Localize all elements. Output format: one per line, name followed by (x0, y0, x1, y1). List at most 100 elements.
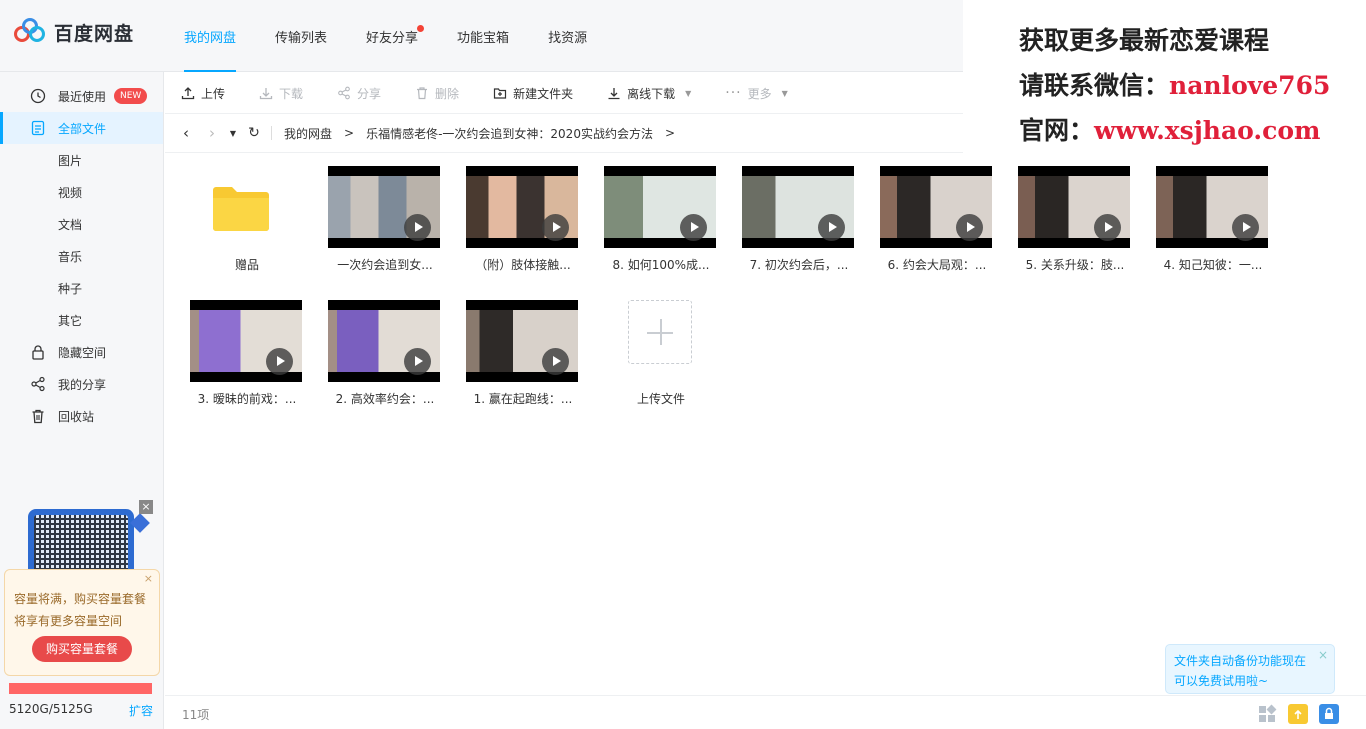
upload-folder-icon[interactable] (1288, 704, 1308, 724)
close-icon[interactable]: × (139, 500, 153, 514)
upload-button[interactable]: 上传 (181, 73, 225, 113)
sidebar-item-other[interactable]: 其它 (0, 304, 163, 336)
sidebar-item-label: 最近使用 (58, 90, 107, 104)
lock-icon[interactable] (1319, 704, 1339, 724)
play-icon (680, 214, 707, 241)
status-bar: 11项 (165, 695, 1366, 729)
new-folder-button[interactable]: 新建文件夹 (493, 73, 573, 113)
play-icon (1232, 214, 1259, 241)
file-icon (31, 120, 45, 136)
sidebar-item-hidden-space[interactable]: 隐藏空间 (0, 336, 163, 368)
sidebar-item-recent[interactable]: 最近使用 NEW (0, 80, 163, 112)
file-item-video[interactable]: 6. 约会大局观：... (876, 154, 998, 278)
sidebar-item-recycle-bin[interactable]: 回收站 (0, 400, 163, 432)
tab-transfer-list[interactable]: 传输列表 (261, 0, 341, 72)
tab-my-disk[interactable]: 我的网盘 (170, 0, 250, 72)
file-item-video[interactable]: 5. 关系升级：肢... (1014, 154, 1136, 278)
history-dropdown-icon[interactable]: ▼ (225, 129, 241, 138)
tab-find-resources[interactable]: 找资源 (534, 0, 601, 72)
tab-label: 我的网盘 (184, 30, 237, 46)
new-badge: NEW (114, 88, 148, 104)
tab-friend-share[interactable]: 好友分享 (352, 0, 432, 72)
download-icon (259, 88, 273, 100)
offline-download-button[interactable]: 离线下载 ▼ (607, 73, 691, 113)
sidebar-item-label: 隐藏空间 (58, 346, 107, 360)
buy-capacity-button[interactable]: 购买容量套餐 (32, 636, 132, 662)
sidebar-item-videos[interactable]: 视频 (0, 176, 163, 208)
sidebar-item-music[interactable]: 音乐 (0, 240, 163, 272)
play-icon (818, 214, 845, 241)
trash-icon (417, 87, 428, 100)
play-icon (266, 348, 293, 375)
file-item-video[interactable]: 8. 如何100%成... (600, 154, 722, 278)
file-name: 6. 约会大局观：... (887, 258, 987, 272)
capacity-tip-text: 将享有更多容量空间 (14, 614, 123, 628)
grid-view-icon[interactable] (1257, 704, 1277, 724)
video-thumbnail (742, 166, 854, 248)
file-name: （附）肢体接触... (475, 258, 571, 272)
play-icon (542, 348, 569, 375)
forward-icon[interactable]: › (199, 124, 225, 142)
file-name: 7. 初次约会后，... (749, 258, 849, 272)
refresh-icon[interactable]: ↻ (241, 125, 267, 141)
file-item-video[interactable]: 2. 高效率约会：... (324, 288, 446, 412)
app-logo[interactable]: 百度网盘 (14, 18, 134, 46)
file-item-video[interactable]: （附）肢体接触... (462, 154, 584, 278)
file-item-video[interactable]: 4. 知己知彼：一... (1152, 154, 1274, 278)
video-thumbnail (328, 300, 440, 382)
file-item-video[interactable]: 3. 暧昧的前戏：... (186, 288, 308, 412)
trash-icon (32, 409, 44, 424)
breadcrumb-root[interactable]: 我的网盘 (284, 125, 332, 142)
sidebar-item-label: 视频 (58, 186, 83, 200)
capacity-used: 5120G/5125G (9, 702, 93, 716)
expand-capacity-link[interactable]: 扩容 (129, 702, 153, 719)
share-icon (31, 376, 45, 392)
promo-site-label: 官网： (1019, 116, 1095, 145)
file-name: 赠品 (234, 258, 259, 272)
back-icon[interactable]: ‹ (173, 124, 199, 142)
promo-wechat-label: 请联系微信： (1019, 71, 1170, 100)
sidebar-item-my-share[interactable]: 我的分享 (0, 368, 163, 400)
file-name: 5. 关系升级：肢... (1025, 258, 1125, 272)
sidebar-item-all-files[interactable]: 全部文件 (0, 112, 163, 144)
download-icon (608, 88, 620, 100)
sidebar: 最近使用 NEW 全部文件 图片 视频 文档 音乐 种子 其它 隐藏空间 我的分… (0, 72, 164, 729)
backup-tip-text: 文件夹自动备份功能现在 (1174, 654, 1307, 668)
play-icon (1094, 214, 1121, 241)
app-window: 百度网盘 我的网盘 传输列表 好友分享 功能宝箱 找资源 获取更多最新恋爱课程 … (0, 0, 1366, 729)
more-button[interactable]: ··· 更多 ▼ (725, 73, 788, 113)
breadcrumb-current-folder[interactable]: 乐福情感老佟-一次约会追到女神：2020实战约会方法 (366, 125, 653, 142)
file-item-video[interactable]: 1. 赢在起跑线：... (462, 288, 584, 412)
upload-file-tile[interactable]: 上传文件 (600, 288, 722, 412)
file-item-video[interactable]: 7. 初次约会后，... (738, 154, 860, 278)
sidebar-item-images[interactable]: 图片 (0, 144, 163, 176)
upload-icon (181, 87, 195, 100)
video-thumbnail (466, 300, 578, 382)
file-name: 1. 赢在起跑线：... (473, 392, 573, 406)
close-icon[interactable]: × (144, 572, 153, 585)
file-name: 3. 暧昧的前戏：... (197, 392, 297, 406)
file-name: 一次约会追到女... (337, 258, 433, 272)
file-name: 上传文件 (636, 392, 685, 406)
tab-toolbox[interactable]: 功能宝箱 (443, 0, 523, 72)
sidebar-item-label: 其它 (58, 314, 83, 328)
file-name: 4. 知己知彼：一... (1163, 258, 1263, 272)
file-name: 2. 高效率约会：... (335, 392, 435, 406)
capacity-tip-text: 容量将满，购买容量套餐 (14, 592, 147, 606)
share-button[interactable]: 分享 (337, 73, 381, 113)
clock-icon (30, 88, 46, 104)
sidebar-item-documents[interactable]: 文档 (0, 208, 163, 240)
file-grid: 赠品 一次约会追到女... （附）肢体接触... 8. 如何100%成... 7… (165, 154, 1366, 694)
close-icon[interactable]: × (1318, 645, 1328, 665)
delete-button[interactable]: 删除 (415, 73, 459, 113)
file-item-video[interactable]: 一次约会追到女... (324, 154, 446, 278)
promo-line-3: 官网：www.xsjhao.com (1019, 108, 1366, 153)
toolbar-label: 分享 (357, 86, 382, 101)
share-icon (338, 86, 350, 100)
folder-icon (213, 187, 269, 231)
file-item-folder[interactable]: 赠品 (186, 154, 308, 278)
sidebar-item-torrents[interactable]: 种子 (0, 272, 163, 304)
download-button[interactable]: 下载 (259, 73, 303, 113)
promo-watermark: 获取更多最新恋爱课程 请联系微信：nanlove765 官网：www.xsjha… (963, 0, 1366, 153)
backup-tip[interactable]: × 文件夹自动备份功能现在 可以免费试用啦~ (1165, 644, 1335, 694)
